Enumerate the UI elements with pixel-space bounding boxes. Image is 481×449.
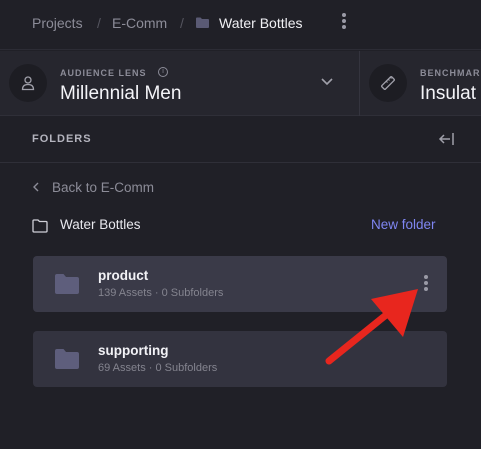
top-bar: Projects / E-Comm / Water Bottles xyxy=(0,0,481,50)
folder-icon xyxy=(196,17,209,28)
breadcrumb-ecomm[interactable]: E-Comm xyxy=(112,14,167,32)
current-folder-name: Water Bottles xyxy=(60,217,141,232)
divider xyxy=(359,51,360,116)
annotation-arrow-icon xyxy=(325,289,418,365)
folder-meta: 139 Assets · 0 Subfolders xyxy=(98,287,224,299)
person-icon xyxy=(9,64,47,102)
back-link-label: Back to E-Comm xyxy=(52,180,155,195)
info-icon[interactable]: i xyxy=(158,67,168,77)
back-link[interactable]: Back to E-Comm xyxy=(32,180,154,195)
benchmark-value[interactable]: Insulat xyxy=(420,82,476,106)
audience-lens-label: AUDIENCE LENS xyxy=(60,68,147,78)
collapse-panel-icon[interactable] xyxy=(438,131,456,147)
folder-icon xyxy=(55,349,79,369)
ruler-icon xyxy=(369,64,407,102)
folder-name: product xyxy=(98,268,149,283)
breadcrumb-separator: / xyxy=(97,15,101,31)
new-folder-button[interactable]: New folder xyxy=(371,217,436,232)
chevron-left-icon xyxy=(32,180,44,195)
lens-bar: AUDIENCE LENS i Millennial Men BENCHMARK… xyxy=(0,51,481,116)
benchmark-label: BENCHMARK xyxy=(420,68,481,78)
more-options-icon[interactable] xyxy=(336,12,352,34)
folder-outline-icon xyxy=(32,219,48,233)
folder-icon xyxy=(55,274,79,294)
folder-name: supporting xyxy=(98,343,169,358)
chevron-down-icon[interactable] xyxy=(320,77,334,87)
breadcrumb-separator: / xyxy=(180,15,184,31)
breadcrumb-water-bottles[interactable]: Water Bottles xyxy=(219,14,303,32)
folders-header: FOLDERS xyxy=(0,117,481,163)
audience-lens-value[interactable]: Millennial Men xyxy=(60,82,181,106)
folders-title: FOLDERS xyxy=(32,133,92,145)
breadcrumb-projects[interactable]: Projects xyxy=(32,14,83,32)
folder-meta: 69 Assets · 0 Subfolders xyxy=(98,362,218,374)
